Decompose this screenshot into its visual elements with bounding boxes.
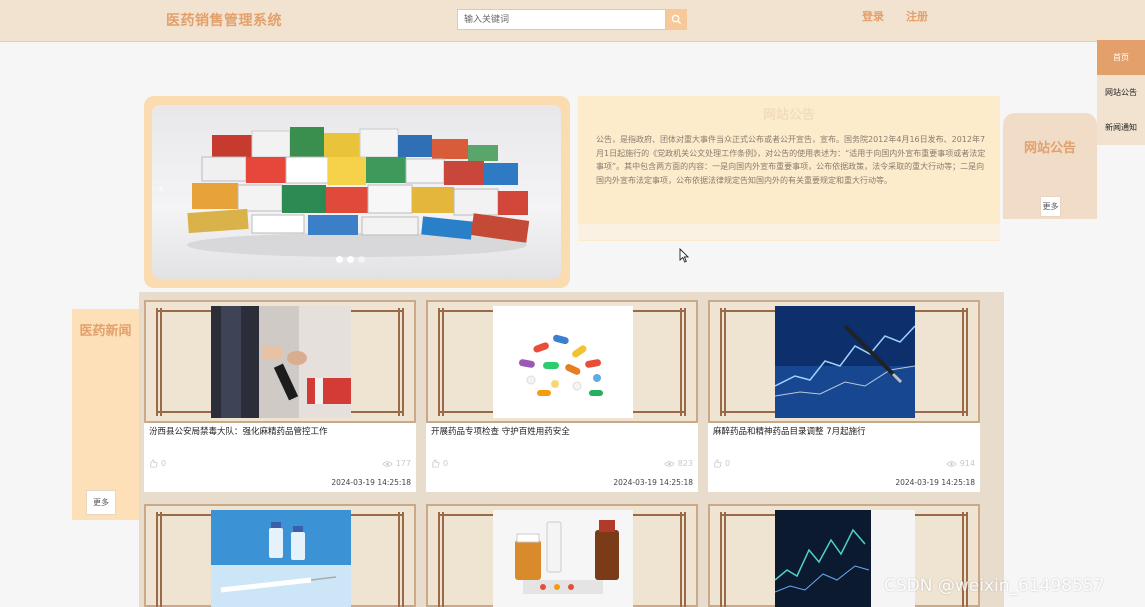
site-logo[interactable]: 医药销售管理系统 [166,10,282,30]
eye-icon [946,460,957,467]
news-card-date: 2024-03-19 14:25:18 [895,478,975,487]
news-card-view-count: 177 [395,459,411,468]
news-card-like-count: 0 [725,459,731,468]
login-link[interactable]: 登录 [862,8,884,24]
news-more-button[interactable]: 更多 [86,490,116,515]
news-card-date: 2024-03-19 14:25:18 [331,478,411,487]
news-image-interview [211,306,351,418]
news-image-medicine-bottles [493,510,633,607]
news-card-frame [144,504,416,607]
carousel-dot-2[interactable] [347,256,354,263]
news-image-syringe [211,510,351,607]
eye-icon [382,460,393,467]
news-side-box: 医药新闻 更多 [72,309,139,520]
news-card-likes[interactable]: 0 [149,459,166,468]
news-card-title[interactable]: 开展药品专项检查 守护百姓用药安全 [431,425,570,437]
carousel-dots [336,256,365,263]
header: 医药销售管理系统 登录 注册 [0,0,1145,42]
carousel[interactable]: ‹ [152,105,561,279]
notice-band [578,224,1000,240]
thumb-up-icon [714,459,722,468]
side-nav-item-home[interactable]: 首页 [1097,40,1145,75]
news-card-view-count: 823 [677,459,693,468]
news-card-frame [144,300,416,423]
news-card-views: 914 [946,459,975,468]
carousel-prev-arrow[interactable]: ‹ [158,181,164,197]
news-card-title[interactable]: 汾西县公安局禁毒大队：强化麻精药品管控工作 [149,425,328,437]
news-side-title: 医药新闻 [79,324,132,339]
news-image-pills [493,306,633,418]
notice-side-title: 网站公告 [1023,141,1076,156]
news-card-views: 177 [382,459,411,468]
news-card-body: 麻醉药品和精神药品目录调整 7月起施行 0 914 2024-03-19 14:… [708,423,980,492]
news-card-body: 汾西县公安局禁毒大队：强化麻精药品管控工作 0 177 2024-03-19 1… [144,423,416,492]
search-icon [671,14,682,25]
thumb-up-icon [150,459,158,468]
news-card-like-count: 0 [443,459,449,468]
news-card[interactable] [144,504,416,607]
news-card-frame [708,300,980,423]
notice-title: 网站公告 [762,108,815,123]
news-card[interactable]: 开展药品专项检查 守护百姓用药安全 0 823 2024-03-19 14:25… [426,300,698,492]
watermark: CSDN @weixin_61498557 [884,576,1105,596]
news-card[interactable] [426,504,698,607]
register-link[interactable]: 注册 [906,8,928,24]
side-nav-item-news[interactable]: 新闻通知 [1097,110,1145,145]
eye-icon [664,460,675,467]
news-area: 汾西县公安局禁毒大队：强化麻精药品管控工作 0 177 2024-03-19 1… [139,292,1004,607]
notice-panel: 网站公告 公告，是指政府、团体对重大事件当众正式公布或者公开宣告，宣布。国务院2… [578,96,1000,241]
news-card-likes[interactable]: 0 [713,459,730,468]
carousel-dot-3[interactable] [358,256,365,263]
notice-text: 公告，是指政府、团体对重大事件当众正式公布或者公开宣告，宣布。国务院2012年4… [596,135,986,185]
mouse-cursor-icon [679,248,689,263]
carousel-dot-1[interactable] [336,256,343,263]
news-card-title[interactable]: 麻醉药品和精神药品目录调整 7月起施行 [713,425,866,437]
search-bar [457,9,687,30]
news-image-chart [775,306,915,418]
news-card-body: 开展药品专项检查 守护百姓用药安全 0 823 2024-03-19 14:25… [426,423,698,492]
news-card-likes[interactable]: 0 [431,459,448,468]
news-card-like-count: 0 [161,459,167,468]
thumb-up-icon [432,459,440,468]
news-card-date: 2024-03-19 14:25:18 [613,478,693,487]
search-input[interactable] [457,9,666,30]
news-card-frame [426,300,698,423]
notice-more-button[interactable]: 更多 [1040,196,1061,217]
side-nav: 首页 网站公告 新闻通知 [1097,40,1145,145]
notice-side-box: 网站公告 更多 [1003,113,1097,219]
news-card[interactable]: 麻醉药品和精神药品目录调整 7月起施行 0 914 2024-03-19 14:… [708,300,980,492]
news-card-frame [426,504,698,607]
news-card-view-count: 914 [959,459,975,468]
news-card[interactable]: 汾西县公安局禁毒大队：强化麻精药品管控工作 0 177 2024-03-19 1… [144,300,416,492]
side-nav-item-notice[interactable]: 网站公告 [1097,75,1145,110]
medicine-boxes-image [187,127,530,257]
search-button[interactable] [666,9,687,30]
news-card-views: 823 [664,459,693,468]
